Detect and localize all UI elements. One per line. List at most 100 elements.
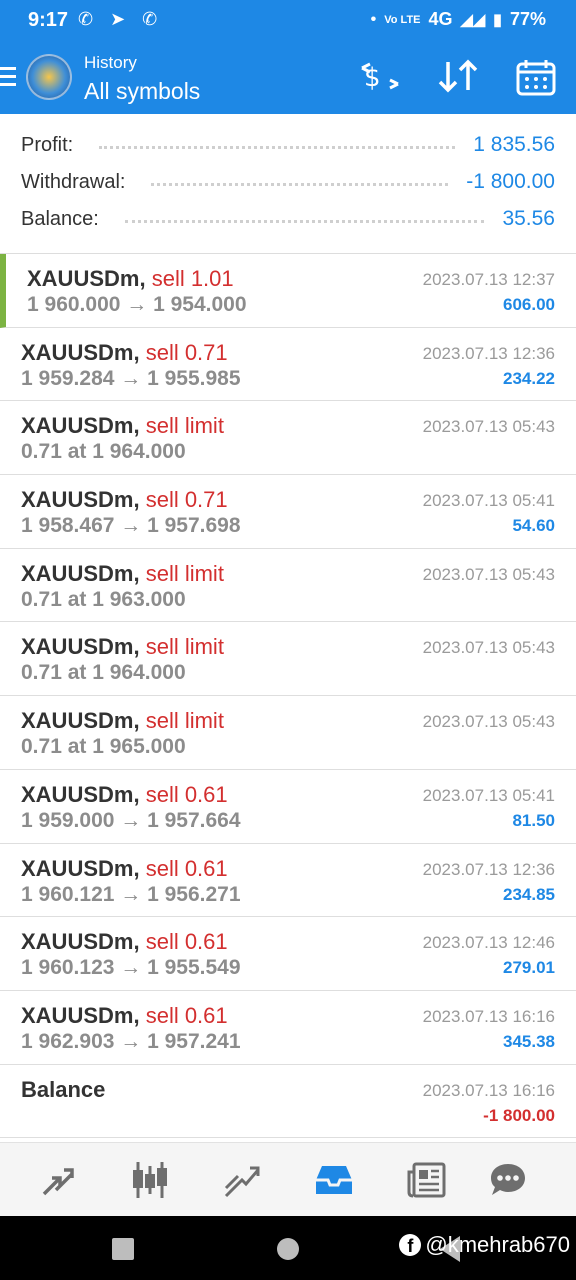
withdrawal-row: Withdrawal: -1 800.00: [21, 168, 555, 196]
news-icon[interactable]: [398, 1157, 454, 1203]
trade-row[interactable]: XAUUSDm, sell 0.61 1 962.903 → 1 957.241…: [0, 991, 576, 1065]
watermark: f @kmehrab670: [399, 1232, 570, 1258]
trade-date: 2023.07.13 05:41: [422, 785, 555, 805]
profit-label: Profit:: [21, 133, 74, 156]
trade-type: sell 0.61: [145, 855, 228, 881]
trade-profit: 54.60: [512, 516, 555, 536]
trade-price: 0.71 at 1 964.000: [21, 661, 186, 685]
trade-profit: 234.85: [503, 884, 555, 904]
facebook-icon: f: [399, 1234, 422, 1256]
bottom-nav: [0, 1142, 576, 1216]
trade-date: 2023.07.13 05:43: [422, 417, 555, 437]
trade-type: sell 0.61: [145, 1002, 228, 1028]
calendar-icon[interactable]: [514, 58, 558, 106]
trade-symbol: XAUUSDm, sell 0.61: [21, 929, 228, 955]
withdrawal-label: Withdrawal:: [21, 170, 126, 193]
trade-row[interactable]: XAUUSDm, sell 1.01 1 960.000 → 1 954.000…: [0, 254, 576, 328]
trade-date: 2023.07.13 12:37: [422, 270, 555, 289]
trade-profit: 345.38: [503, 1031, 555, 1051]
trade-type: sell 0.71: [145, 487, 228, 513]
battery-level: 77%: [509, 9, 546, 29]
page-subtitle: History: [84, 53, 137, 72]
chat-icon[interactable]: [480, 1157, 536, 1203]
order-row[interactable]: XAUUSDm, sell limit 0.71 at 1 964.000 20…: [0, 401, 576, 476]
trade-price: 0.71 at 1 964.000: [21, 440, 186, 464]
balance-value: 35.56: [502, 207, 555, 230]
trade-symbol: XAUUSDm, sell limit: [21, 634, 224, 660]
trade-row[interactable]: XAUUSDm, sell 0.71 1 959.284 → 1 955.985…: [0, 328, 576, 402]
trade-symbol: XAUUSDm, sell 0.61: [21, 855, 228, 881]
balance-label: Balance:: [21, 207, 99, 230]
status-right: • Vo LTE 4G ◢◢ ▮ 77%: [371, 9, 546, 30]
trade-profit: 81.50: [512, 810, 555, 830]
svg-text:$: $: [364, 63, 381, 93]
trade-price: 1 959.284 → 1 955.985: [21, 366, 241, 390]
sort-icon[interactable]: [436, 58, 480, 102]
battery-icon: ▮: [493, 11, 502, 29]
trade-type: sell limit: [145, 560, 224, 586]
trade-price: 1 962.903 → 1 957.241: [21, 1029, 241, 1053]
exchange-dollar-icon[interactable]: $: [358, 58, 402, 102]
trade-symbol: XAUUSDm, sell 1.01: [27, 266, 234, 291]
trade-date: 2023.07.13 16:16: [422, 1006, 555, 1026]
status-app-icons: ✆ ➤ ✆: [78, 9, 164, 29]
profit-value: 1 835.56: [473, 133, 555, 156]
trade-date: 2023.07.13 05:43: [422, 712, 555, 732]
balance-entry-label: Balance: [21, 1076, 106, 1102]
order-row[interactable]: XAUUSDm, sell limit 0.71 at 1 965.000 20…: [0, 696, 576, 770]
trade-type: sell limit: [145, 413, 224, 439]
trade-symbol: XAUUSDm, sell limit: [21, 560, 224, 586]
menu-icon[interactable]: [0, 67, 16, 87]
metatrader-logo-icon: [26, 54, 72, 100]
trade-profit: 279.01: [503, 958, 555, 978]
volte-icon: Vo LTE: [384, 13, 421, 26]
watermark-text: @kmehrab670: [425, 1232, 570, 1257]
trade-price: 1 960.000 → 1 954.000: [27, 293, 247, 316]
trade-price: 1 960.123 → 1 955.549: [21, 956, 241, 980]
status-time: 9:17: [28, 9, 69, 31]
history-icon[interactable]: [306, 1157, 362, 1203]
trade-symbol: XAUUSDm, sell 0.61: [21, 781, 228, 807]
balance-entry-amount: -1 800.00: [483, 1105, 555, 1125]
trade-list: XAUUSDm, sell 1.01 1 960.000 → 1 954.000…: [0, 254, 576, 1139]
trade-profit: 234.22: [503, 368, 555, 388]
trade-type: sell 0.61: [145, 929, 228, 955]
trade-price: 1 958.467 → 1 957.698: [21, 514, 241, 538]
quotes-icon[interactable]: [30, 1157, 86, 1203]
trade-symbol: XAUUSDm, sell 0.71: [21, 339, 228, 365]
trade-price: 0.71 at 1 963.000: [21, 587, 186, 611]
summary-panel: Profit: 1 835.56 Withdrawal: -1 800.00 B…: [0, 114, 576, 254]
trade-row[interactable]: XAUUSDm, sell 0.61 1 960.121 → 1 956.271…: [0, 844, 576, 918]
signal-icon: ◢◢: [460, 11, 486, 29]
trade-type: sell 1.01: [151, 266, 234, 291]
trade-price: 0.71 at 1 965.000: [21, 735, 186, 759]
home-icon[interactable]: [277, 1238, 299, 1260]
trade-symbol: XAUUSDm, sell limit: [21, 413, 224, 439]
trade-row[interactable]: XAUUSDm, sell 0.61 1 960.123 → 1 955.549…: [0, 917, 576, 991]
trade-price: 1 959.000 → 1 957.664: [21, 808, 241, 832]
profit-row: Profit: 1 835.56: [21, 131, 555, 159]
chart-icon[interactable]: [122, 1157, 178, 1203]
balance-entry-row[interactable]: Balance 2023.07.13 16:16 -1 800.00: [0, 1065, 576, 1139]
divider: [151, 178, 449, 186]
trade-date: 2023.07.13 12:36: [422, 343, 555, 363]
divider: [99, 141, 456, 149]
trade-date: 2023.07.13 12:46: [422, 933, 555, 953]
dot-icon: •: [370, 10, 377, 28]
order-row[interactable]: XAUUSDm, sell limit 0.71 at 1 963.000 20…: [0, 549, 576, 623]
trade-type: sell limit: [145, 708, 224, 734]
balance-row: Balance: 35.56: [21, 205, 555, 233]
trade-row[interactable]: XAUUSDm, sell 0.71 1 958.467 → 1 957.698…: [0, 475, 576, 549]
trade-type: sell limit: [145, 634, 224, 660]
page-title[interactable]: All symbols: [84, 78, 200, 105]
trade-row[interactable]: XAUUSDm, sell 0.61 1 959.000 → 1 957.664…: [0, 770, 576, 844]
trade-icon[interactable]: [214, 1157, 270, 1203]
trade-date: 2023.07.13 05:43: [422, 638, 555, 658]
trade-type: sell 0.71: [145, 339, 228, 365]
recents-icon[interactable]: [112, 1238, 134, 1260]
order-row[interactable]: XAUUSDm, sell limit 0.71 at 1 964.000 20…: [0, 622, 576, 697]
trade-date: 2023.07.13 05:41: [422, 491, 555, 511]
trade-symbol: XAUUSDm, sell 0.61: [21, 1002, 228, 1028]
withdrawal-value: -1 800.00: [466, 170, 555, 193]
app-bar: History All symbols $: [0, 40, 576, 114]
